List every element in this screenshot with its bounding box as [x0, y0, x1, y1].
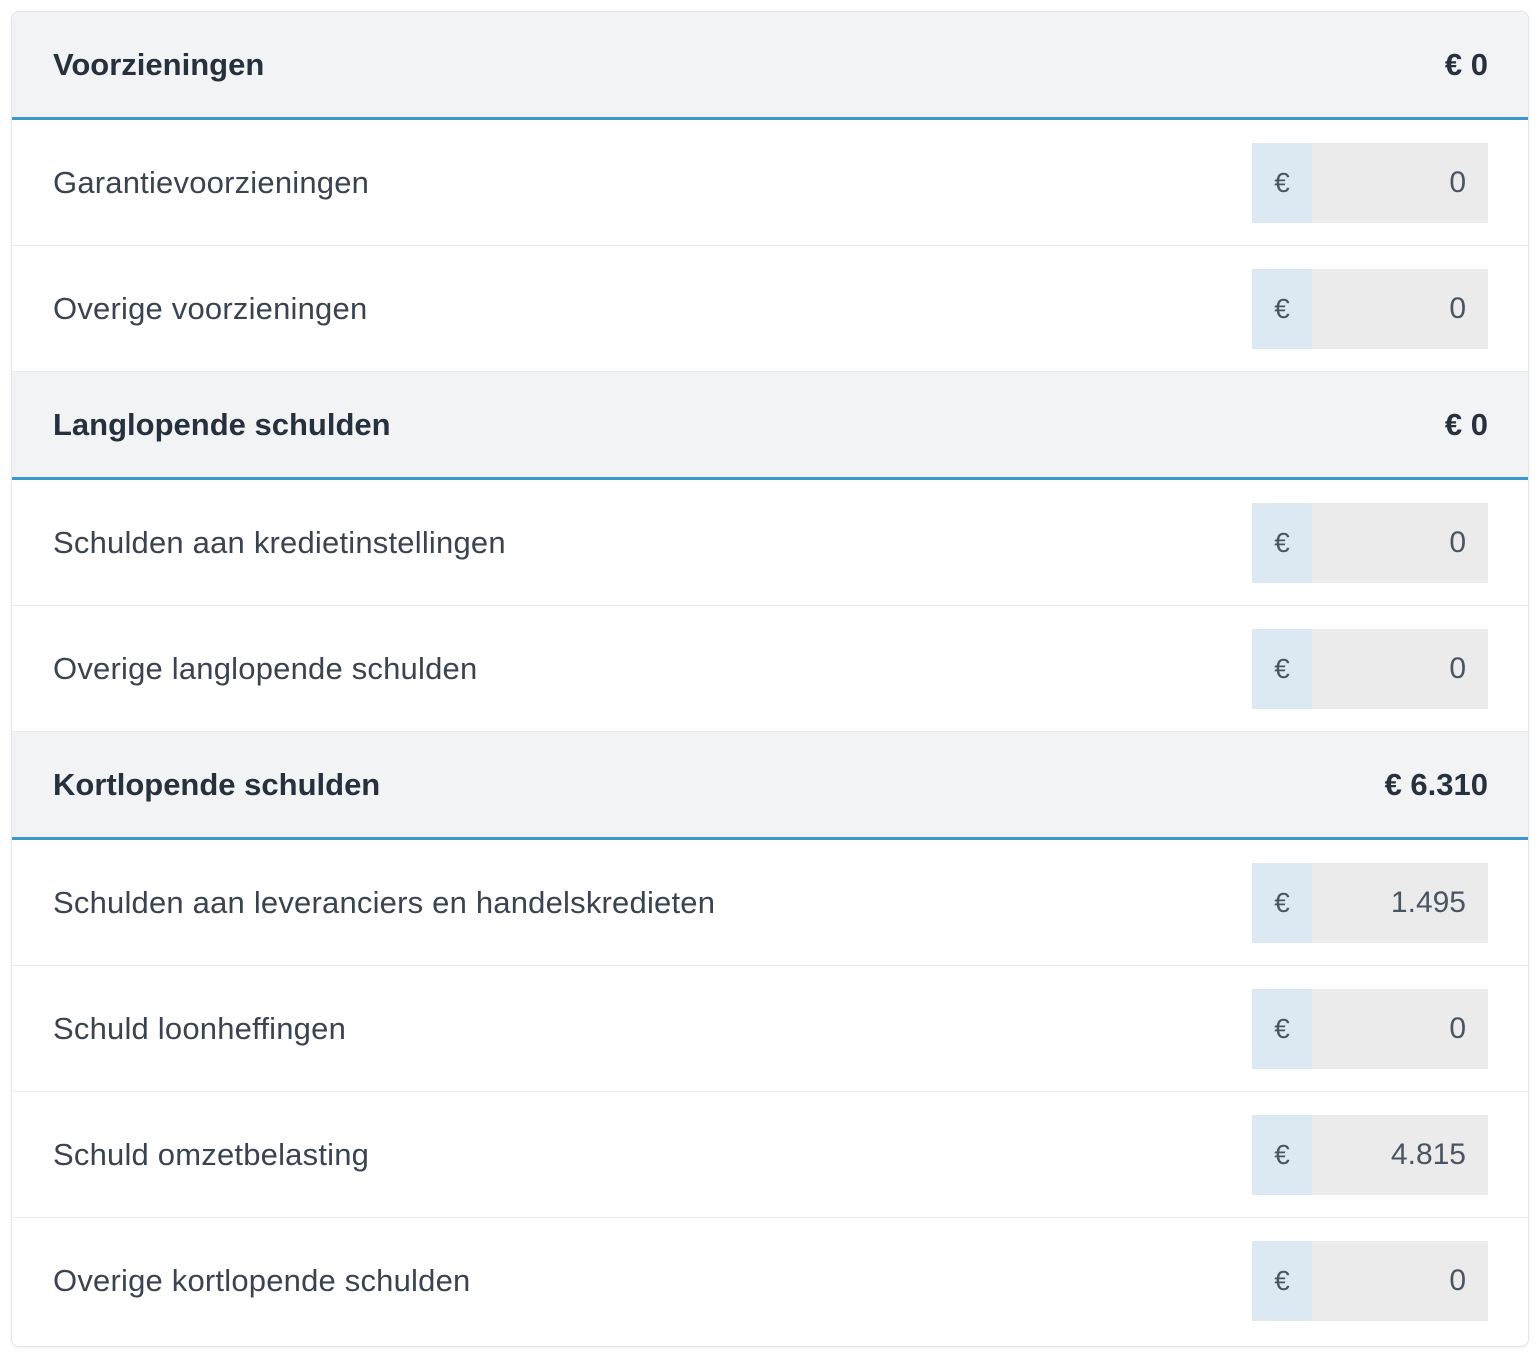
amount-field[interactable]: € 4.815 — [1252, 1114, 1488, 1195]
euro-icon: € — [1252, 628, 1312, 709]
list-item: Overige voorzieningen € 0 — [12, 246, 1528, 372]
amount-field[interactable]: € 0 — [1252, 628, 1488, 709]
list-item: Schulden aan leveranciers en handelskred… — [12, 840, 1528, 966]
euro-icon: € — [1252, 1114, 1312, 1195]
euro-icon: € — [1252, 862, 1312, 943]
amount-value[interactable]: 1.495 — [1312, 862, 1488, 943]
list-item: Schuld omzetbelasting € 4.815 — [12, 1092, 1528, 1218]
section-title: Langlopende schulden — [53, 406, 391, 442]
section-total: € 0 — [1444, 46, 1488, 82]
amount-field[interactable]: € 0 — [1252, 142, 1488, 223]
euro-icon: € — [1252, 988, 1312, 1069]
euro-icon: € — [1252, 142, 1312, 223]
euro-icon: € — [1252, 1240, 1312, 1321]
row-label: Overige langlopende schulden — [53, 650, 478, 686]
balance-card: Voorzieningen € 0 Garantievoorzieningen … — [11, 11, 1529, 1347]
amount-field[interactable]: € 0 — [1252, 502, 1488, 583]
amount-value[interactable]: 0 — [1312, 1240, 1488, 1321]
amount-value[interactable]: 0 — [1312, 268, 1488, 349]
section-header-kortlopende-schulden: Kortlopende schulden € 6.310 — [12, 732, 1528, 840]
amount-field[interactable]: € 0 — [1252, 1240, 1488, 1321]
row-label: Garantievoorzieningen — [53, 164, 370, 200]
row-label: Schuld loonheffingen — [53, 1010, 347, 1046]
row-label: Overige kortlopende schulden — [53, 1262, 471, 1298]
section-title: Voorzieningen — [53, 46, 265, 82]
section-header-langlopende-schulden: Langlopende schulden € 0 — [12, 372, 1528, 480]
amount-value[interactable]: 4.815 — [1312, 1114, 1488, 1195]
amount-value[interactable]: 0 — [1312, 628, 1488, 709]
list-item: Overige langlopende schulden € 0 — [12, 606, 1528, 732]
amount-field[interactable]: € 0 — [1252, 268, 1488, 349]
section-total: € 6.310 — [1384, 766, 1488, 802]
list-item: Schuld loonheffingen € 0 — [12, 966, 1528, 1092]
row-label: Schulden aan leveranciers en handelskred… — [53, 884, 716, 920]
list-item: Schulden aan kredietinstellingen € 0 — [12, 480, 1528, 606]
euro-icon: € — [1252, 268, 1312, 349]
list-item: Garantievoorzieningen € 0 — [12, 120, 1528, 246]
row-label: Overige voorzieningen — [53, 290, 368, 326]
euro-icon: € — [1252, 502, 1312, 583]
amount-field[interactable]: € 0 — [1252, 988, 1488, 1069]
amount-field[interactable]: € 1.495 — [1252, 862, 1488, 943]
amount-value[interactable]: 0 — [1312, 502, 1488, 583]
section-title: Kortlopende schulden — [53, 766, 381, 802]
row-label: Schulden aan kredietinstellingen — [53, 524, 506, 560]
section-total: € 0 — [1444, 406, 1488, 442]
list-item: Overige kortlopende schulden € 0 — [12, 1218, 1528, 1343]
amount-value[interactable]: 0 — [1312, 988, 1488, 1069]
row-label: Schuld omzetbelasting — [53, 1136, 370, 1172]
section-header-voorzieningen: Voorzieningen € 0 — [12, 12, 1528, 120]
amount-value[interactable]: 0 — [1312, 142, 1488, 223]
